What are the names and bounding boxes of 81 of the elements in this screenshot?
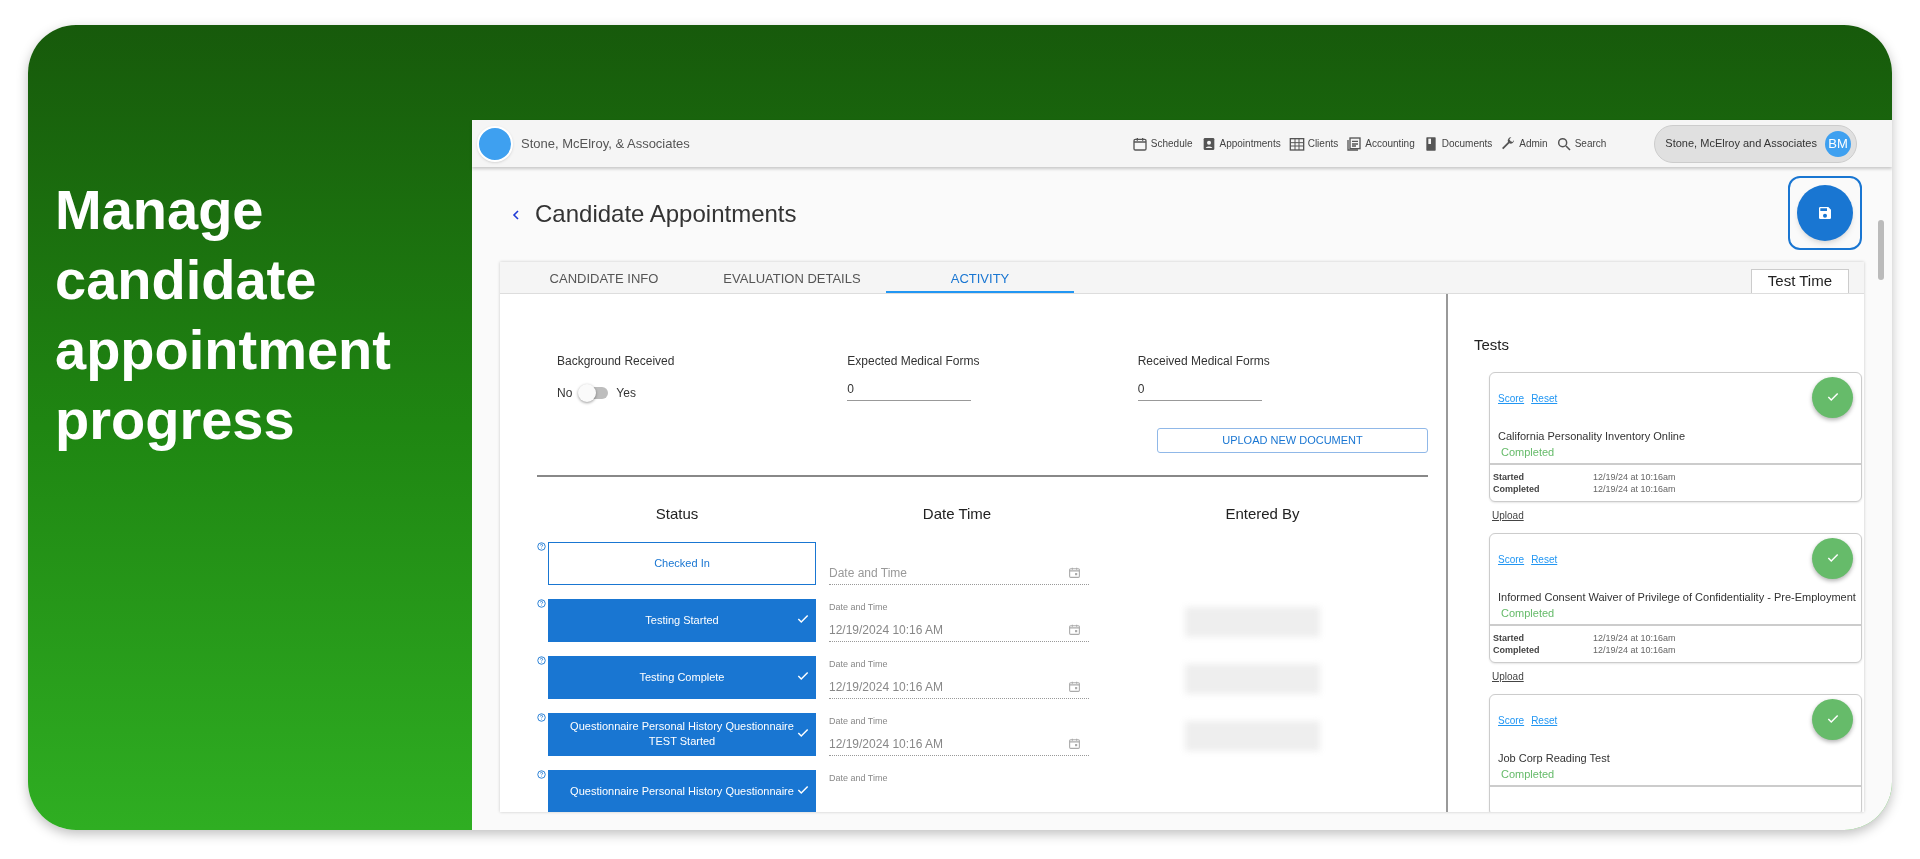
save-button[interactable]	[1797, 185, 1853, 241]
tab[interactable]: CANDIDATE INFO	[510, 267, 698, 293]
upload-link[interactable]: Upload	[1492, 507, 1524, 523]
date-field[interactable]: Date and Time	[829, 769, 1089, 812]
nav-link[interactable]: Admin	[1500, 135, 1548, 152]
status-button[interactable]: Checked In	[548, 541, 816, 585]
nav-link[interactable]: Documents	[1422, 135, 1493, 152]
test-time-tab[interactable]: Test Time	[1750, 269, 1849, 293]
nav-link[interactable]: Appointments	[1200, 135, 1281, 152]
detail-value: 12/19/24 at 10:16am	[1593, 643, 1676, 656]
status-button[interactable]: Testing Complete	[548, 655, 816, 699]
test-name: California Personality Inventory Online	[1498, 428, 1687, 444]
input-field[interactable]: 0	[847, 378, 972, 401]
date-field[interactable]: Date and Time 12/19/2024 10:16 AM	[829, 712, 1089, 756]
nav-link[interactable]: Search	[1555, 135, 1607, 152]
wrench-icon	[1500, 135, 1517, 152]
column-header: Entered By	[1224, 504, 1301, 524]
avatar-initials: BM	[1825, 130, 1851, 157]
test-status: Completed	[1501, 606, 1556, 621]
score-link[interactable]: Score	[1498, 390, 1525, 406]
field-label: Background Received	[557, 353, 676, 370]
test-status: Completed	[1501, 767, 1556, 782]
reset-link[interactable]: Reset	[1531, 551, 1558, 567]
completed-check-badge	[1812, 537, 1853, 579]
detail-label: Completed	[1493, 643, 1541, 656]
company-name: Stone, McElroy, & Associates	[521, 134, 690, 153]
nav-link[interactable]: Schedule	[1131, 135, 1193, 152]
help-icon[interactable]	[537, 541, 546, 551]
help-icon[interactable]	[537, 769, 546, 779]
search-icon	[1555, 135, 1572, 152]
help-icon[interactable]	[537, 655, 546, 665]
upload-link[interactable]: Upload	[1492, 668, 1524, 684]
document-list-icon	[1346, 135, 1363, 152]
field-label: Expected Medical Forms	[847, 353, 981, 370]
date-field[interactable]: Date and Time 12/19/2024 10:16 AM	[829, 655, 1089, 699]
nav-link[interactable]: Clients	[1288, 135, 1339, 152]
column-header: Status	[654, 504, 700, 524]
detail-label: Completed	[1493, 482, 1541, 495]
account-name: Stone, McElroy and Associates	[1665, 136, 1817, 152]
account-chip[interactable]: Stone, McElroy and Associates BM	[1654, 124, 1857, 163]
status-button[interactable]: Questionnaire Personal History Questionnaire TEST Started	[548, 712, 816, 756]
calendar-icon[interactable]	[1068, 566, 1081, 579]
calendar-icon[interactable]	[1068, 680, 1081, 693]
date-field[interactable]: Date and Time 12/19/2024 10:16 AM	[829, 598, 1089, 642]
save-icon	[1817, 205, 1833, 221]
status-button[interactable]: Testing Started	[548, 598, 816, 642]
detail-value: 12/19/24 at 10:16am	[1593, 482, 1676, 495]
score-link[interactable]: Score	[1498, 712, 1525, 728]
test-status: Completed	[1501, 445, 1556, 460]
completed-check-badge	[1812, 376, 1853, 418]
headline: Manage candidate appointment progress	[55, 177, 392, 453]
field-label: Received Medical Forms	[1137, 353, 1271, 370]
upload-document-button[interactable]: UPLOAD NEW DOCUMENT	[1157, 428, 1428, 453]
calendar-icon[interactable]	[1068, 737, 1081, 750]
back-icon[interactable]	[512, 209, 519, 220]
toggle-label: Yes	[616, 385, 636, 402]
detail-value: 12/19/24 at 10:16am	[1593, 470, 1676, 483]
help-icon[interactable]	[537, 712, 546, 722]
reset-link[interactable]: Reset	[1531, 712, 1558, 728]
completed-check-badge	[1812, 698, 1853, 740]
input-field[interactable]: 0	[1137, 378, 1262, 401]
building-icon	[1288, 135, 1305, 152]
scrollbar[interactable]	[1878, 220, 1884, 280]
toggle-switch[interactable]	[580, 387, 609, 399]
nav-link[interactable]: Accounting	[1346, 135, 1415, 152]
calendar-icon	[1131, 135, 1148, 152]
help-icon[interactable]	[537, 598, 546, 608]
test-name: Job Corp Reading Test	[1498, 750, 1611, 766]
detail-label: Started	[1493, 470, 1525, 483]
status-button[interactable]: Questionnaire Personal History Questionnaire	[548, 769, 816, 812]
column-header: Date Time	[921, 504, 993, 524]
detail-label: Started	[1493, 631, 1525, 644]
toggle-label: No	[557, 385, 573, 402]
tab[interactable]: EVALUATION DETAILS	[698, 267, 886, 293]
calendar-icon[interactable]	[1068, 623, 1081, 636]
detail-value: 12/19/24 at 10:16am	[1593, 631, 1676, 644]
score-link[interactable]: Score	[1498, 551, 1525, 567]
reset-link[interactable]: Reset	[1531, 390, 1558, 406]
page-title: Candidate Appointments	[535, 198, 797, 229]
date-field[interactable]: Date and Time	[829, 541, 1089, 585]
section-title: Tests	[1474, 335, 1510, 355]
